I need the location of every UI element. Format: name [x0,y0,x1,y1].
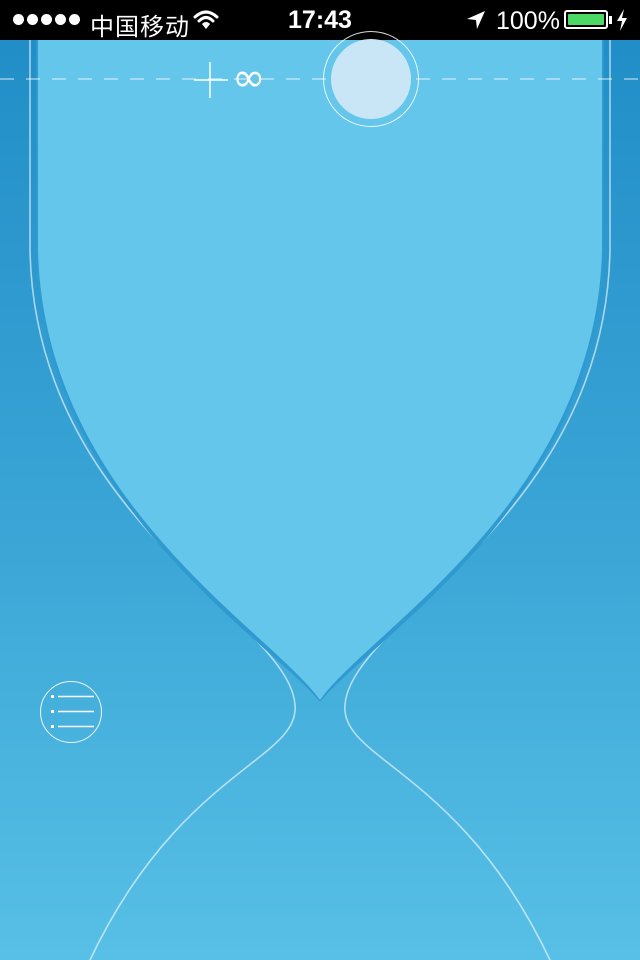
charging-bolt-icon [617,9,627,31]
hourglass[interactable] [0,40,640,960]
battery-icon [564,10,608,29]
duration-label: ∞ [232,55,266,101]
timer-drag-handle[interactable] [323,31,419,127]
battery-nub [609,16,612,24]
app-screen: 中国移动 17:43 100% ∞ [0,0,640,960]
crosshair-plus-icon[interactable] [194,62,228,98]
menu-button[interactable] [40,681,102,743]
status-bar: 中国移动 17:43 100% [0,0,640,41]
handle-knob [331,39,411,119]
list-icon [51,695,94,728]
battery-percent: 100% [496,7,560,35]
location-arrow-icon [467,11,485,29]
sand-fill [38,40,602,700]
